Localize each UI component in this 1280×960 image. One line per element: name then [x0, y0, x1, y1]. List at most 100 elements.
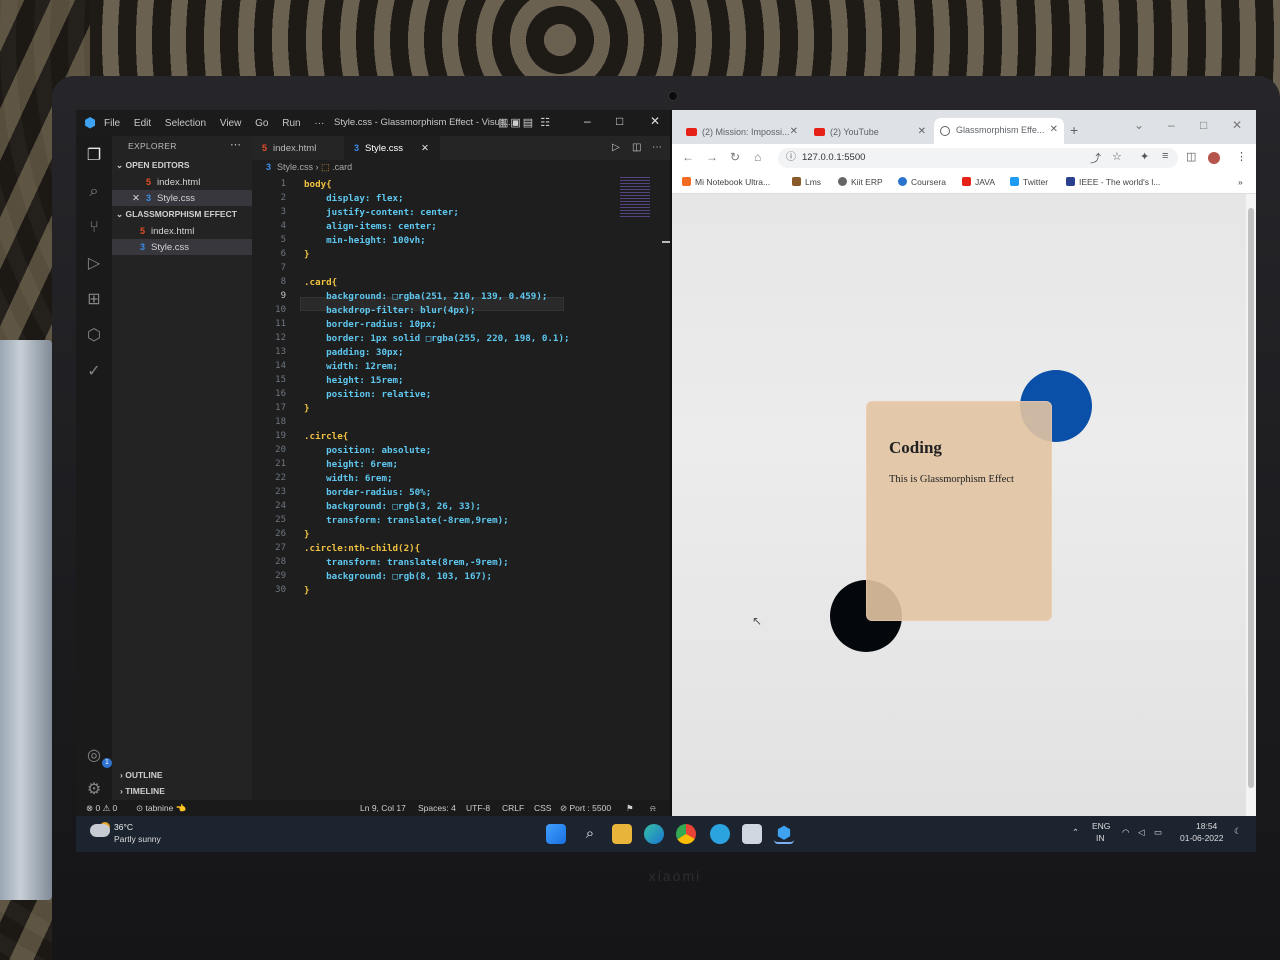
wifi-icon[interactable]: ◠ — [1122, 827, 1129, 838]
maximize-icon[interactable]: □ — [616, 114, 623, 128]
bookmark-kiit-erp[interactable]: Kiit ERP — [838, 177, 883, 187]
clock-date[interactable]: 01-06-2022 — [1180, 833, 1223, 843]
chrome-browser-icon[interactable] — [676, 824, 696, 844]
reload-icon[interactable]: ↻ — [730, 150, 740, 164]
store-icon[interactable] — [742, 824, 762, 844]
bookmark-star-icon[interactable]: ☆ — [1112, 150, 1122, 163]
bookmark-twitter[interactable]: Twitter — [1010, 177, 1048, 187]
notifications-bell-icon[interactable]: ⍾ — [650, 800, 656, 816]
tabnine-status[interactable]: ⊙ tabnine 👈 — [136, 800, 186, 816]
profile-avatar[interactable] — [1208, 152, 1220, 164]
tree-index-html[interactable]: 5 index.html — [112, 223, 252, 239]
problems-status[interactable]: ⊗ 0 ⚠ 0 — [86, 800, 117, 816]
close-editor-icon[interactable]: ✕ — [132, 193, 140, 204]
weather-description[interactable]: Partly sunny — [114, 834, 161, 844]
line-ending[interactable]: CRLF — [502, 800, 524, 816]
chrome-menu-icon[interactable]: ⋮ — [1236, 150, 1247, 163]
close-icon[interactable]: ✕ — [1232, 118, 1242, 132]
menu-more[interactable]: ··· — [314, 118, 324, 129]
search-icon[interactable]: ⌕ — [84, 182, 104, 202]
tree-style-css[interactable]: 3 Style.css — [112, 239, 252, 255]
breadcrumb-symbol[interactable]: .card — [332, 162, 352, 172]
language-mode[interactable]: CSS — [534, 800, 551, 816]
site-info-icon[interactable]: ⓘ — [786, 148, 796, 168]
focus-moon-icon[interactable]: ☾ — [1234, 826, 1242, 837]
telegram-icon[interactable] — [710, 824, 730, 844]
editor-more-icon[interactable]: ⋯ — [652, 142, 662, 153]
home-icon[interactable]: ⌂ — [754, 150, 761, 164]
open-editor-style-css[interactable]: ✕ 3 Style.css — [112, 190, 252, 206]
outline-section[interactable]: › OUTLINE — [120, 770, 163, 780]
menu-run[interactable]: Run — [282, 118, 300, 129]
search-icon[interactable]: ⌕ — [580, 824, 600, 844]
open-editors-section[interactable]: ⌄ OPEN EDITORS — [116, 160, 190, 171]
bookmark-java[interactable]: JAVA — [962, 177, 995, 187]
tab-glassmorphism[interactable]: Glassmorphism Effe... ✕ — [934, 118, 1064, 144]
project-folder[interactable]: ⌄ GLASSMORPHISM EFFECT — [116, 209, 237, 220]
maximize-icon[interactable]: □ — [1200, 118, 1207, 132]
start-windows-icon[interactable] — [546, 824, 566, 844]
menu-go[interactable]: Go — [255, 118, 268, 129]
minimize-icon[interactable]: – — [584, 114, 591, 128]
bookmark-lms[interactable]: Lms — [792, 177, 821, 187]
bookmark-ieee[interactable]: IEEE - The world's l... — [1066, 177, 1160, 187]
close-icon[interactable]: ✕ — [650, 114, 660, 128]
new-tab-icon[interactable]: + — [1070, 122, 1078, 138]
cursor-position[interactable]: Ln 9, Col 17 — [360, 800, 406, 816]
share-icon[interactable]: ⤴ — [1090, 150, 1101, 166]
file-explorer-icon[interactable] — [612, 824, 632, 844]
tab-style-css[interactable]: 3 Style.css ✕ — [344, 136, 440, 160]
reading-list-icon[interactable]: ≡ — [1162, 150, 1168, 162]
timeline-section[interactable]: › TIMELINE — [120, 786, 165, 796]
menu-selection[interactable]: Selection — [165, 118, 206, 129]
extensions-puzzle-icon[interactable]: ✦ — [1140, 150, 1149, 163]
tab-close-icon[interactable]: ✕ — [918, 120, 926, 144]
open-editor-index-html[interactable]: 5 index.html — [112, 174, 252, 190]
explorer-icon[interactable]: ❐ — [84, 146, 104, 166]
testing-icon[interactable]: ✓ — [84, 362, 104, 382]
code-editor[interactable]: 1 body{2 display: flex; 3 justify-content:… — [252, 175, 670, 800]
accounts-icon[interactable]: ◎ 1 — [84, 746, 112, 768]
source-control-icon[interactable]: ⑂ — [84, 218, 104, 238]
tab-search-icon[interactable]: ⌄ — [1134, 118, 1144, 132]
clock-time[interactable]: 18:54 — [1196, 821, 1217, 831]
tab-close-icon[interactable]: ✕ — [1050, 118, 1058, 142]
feedback-icon[interactable]: ⚑ — [626, 800, 634, 816]
live-server-port[interactable]: ⊘ Port : 5500 — [560, 800, 611, 816]
battery-icon[interactable]: ▭ — [1154, 827, 1162, 838]
input-language[interactable]: ENG — [1092, 821, 1110, 831]
explorer-more-icon[interactable]: ⋯ — [230, 138, 241, 151]
tray-overflow-icon[interactable]: ⌃ — [1072, 827, 1079, 838]
tab-youtube[interactable]: (2) YouTube ✕ — [808, 120, 932, 144]
page-scrollbar[interactable] — [1246, 194, 1256, 816]
run-icon[interactable]: ▷ — [612, 142, 620, 153]
remote-explorer-icon[interactable]: ⬡ — [84, 326, 104, 346]
extensions-icon[interactable]: ⊞ — [84, 290, 104, 310]
menu-file[interactable]: File — [104, 118, 120, 129]
split-editor-icon[interactable]: ◫ — [632, 142, 641, 153]
tab-mission-impossible[interactable]: (2) Mission: Impossi... ✕ — [680, 120, 804, 144]
minimap[interactable] — [620, 177, 650, 217]
back-icon[interactable]: ← — [682, 150, 694, 164]
encoding[interactable]: UTF-8 — [466, 800, 490, 816]
vscode-taskbar-icon[interactable]: ⬢ — [774, 824, 794, 844]
menu-view[interactable]: View — [220, 118, 242, 129]
bookmarks-overflow-icon[interactable]: » — [1238, 177, 1243, 187]
run-debug-icon[interactable]: ▷ — [84, 254, 104, 274]
scrollbar-thumb[interactable] — [1248, 208, 1254, 788]
tab-index-html[interactable]: 5 index.html — [252, 136, 342, 160]
layout-toggle-icons[interactable]: ▥▣▤ ☷ — [498, 116, 552, 129]
indentation[interactable]: Spaces: 4 — [418, 800, 456, 816]
edge-browser-icon[interactable] — [644, 824, 664, 844]
forward-icon[interactable]: → — [706, 150, 718, 164]
bookmark-coursera[interactable]: Coursera — [898, 177, 946, 187]
tab-close-icon[interactable]: ✕ — [421, 143, 429, 154]
breadcrumb-file[interactable]: Style.css — [277, 162, 313, 172]
settings-gear-icon[interactable]: ⚙ — [84, 780, 104, 800]
minimize-icon[interactable]: – — [1168, 118, 1175, 132]
menu-edit[interactable]: Edit — [134, 118, 151, 129]
weather-temperature[interactable]: 36°C — [114, 822, 133, 832]
volume-icon[interactable]: ◁ — [1138, 827, 1145, 838]
side-panel-icon[interactable]: ◫ — [1186, 150, 1196, 163]
bookmark-mi-notebook[interactable]: Mi Notebook Ultra... — [682, 177, 770, 187]
